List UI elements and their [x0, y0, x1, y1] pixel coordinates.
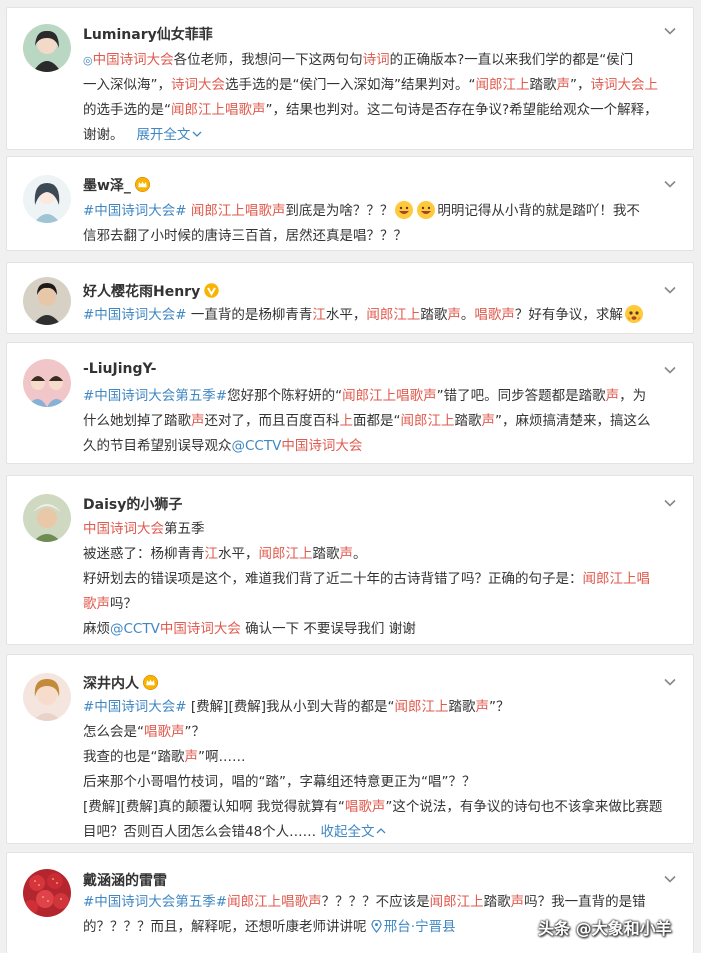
post-text: ◎中国诗词大会各位老师，我想问一下这两句句诗词的正确版本?一直以来我们学的都是“…: [83, 52, 658, 143]
post-card: Luminary仙女菲菲 ◎中国诗词大会各位老师，我想问一下这两句句诗词的正确版…: [6, 7, 694, 150]
chevron-down-icon[interactable]: [663, 872, 677, 886]
topic-link[interactable]: 诗词大会: [171, 77, 225, 93]
chevron-up-icon: [376, 826, 386, 836]
username[interactable]: 墨w泽_: [83, 178, 131, 194]
crown-badge-icon: [134, 177, 150, 192]
username[interactable]: 好人樱花雨Henry: [83, 284, 200, 300]
mention-link[interactable]: @CCTV: [110, 621, 160, 637]
topic-link[interactable]: 中国诗词大会: [281, 438, 362, 454]
hashtag-link[interactable]: #中国诗词大会#: [83, 699, 187, 715]
watermark: 头条 @大象和小羊: [538, 919, 672, 938]
topic-link[interactable]: 中国诗词大会: [93, 52, 174, 68]
username[interactable]: 深井内人: [83, 676, 139, 692]
topic-icon: ◎: [83, 54, 93, 67]
grin-emoji-icon: [394, 200, 414, 220]
topic-link[interactable]: 中国诗词大会: [83, 521, 164, 537]
post-card: 好人樱花雨Henry #中国诗词大会# 一直背的是杨柳青青江水平，闻郎江上踏歌声…: [6, 262, 694, 334]
grin-emoji-icon: [416, 200, 436, 220]
crown-badge-icon: [143, 675, 158, 690]
chevron-down-icon[interactable]: [663, 363, 677, 377]
avatar[interactable]: [23, 359, 71, 407]
location-pin-icon: [371, 920, 382, 933]
username[interactable]: -LiuJingY-: [83, 361, 156, 377]
collapse-full-text-link[interactable]: 收起全文: [320, 824, 374, 840]
post-text: #中国诗词大会第五季#您好那个陈籽妍的“闻郎江上唱歌声”错了吧。同步答题都是踏歌…: [83, 388, 651, 454]
avatar[interactable]: [23, 673, 71, 721]
username[interactable]: Luminary仙女菲菲: [83, 24, 213, 44]
verified-v-icon: [204, 283, 220, 298]
location-link[interactable]: 邢台·宁晋县: [371, 919, 456, 935]
post-text: #中国诗词大会# 闻郎江上唱歌声到底是为啥？？？ 明明记得从小背的就是踏吖！我不 …: [83, 199, 677, 249]
chevron-down-icon[interactable]: [663, 177, 677, 191]
hashtag-link[interactable]: #中国诗词大会#: [83, 203, 187, 219]
avatar[interactable]: [23, 24, 71, 72]
post-text: 中国诗词大会第五季 被迷惑了：杨柳青青江水平，闻郎江上踏歌声。 籽妍划去的错误项…: [83, 521, 650, 637]
avatar[interactable]: [23, 494, 71, 542]
chevron-down-icon[interactable]: [663, 24, 677, 38]
post-card: 深井内人 #中国诗词大会# [费解][费解]我从小到大背的都是“闻郎江上踏歌声”…: [6, 654, 694, 844]
post-card: -LiuJingY- #中国诗词大会第五季#您好那个陈籽妍的“闻郎江上唱歌声”错…: [6, 342, 694, 464]
avatar[interactable]: [23, 175, 71, 223]
mention-link[interactable]: @CCTV: [232, 438, 282, 454]
worried-emoji-icon: [624, 304, 644, 324]
avatar[interactable]: [23, 277, 71, 325]
hashtag-link[interactable]: #中国诗词大会第五季#: [83, 388, 227, 404]
expand-full-text-link[interactable]: 展开全文: [136, 127, 190, 143]
username[interactable]: 戴涵涵的雷雷: [83, 870, 167, 890]
hashtag-link[interactable]: #中国诗词大会第五季#: [83, 894, 227, 910]
hashtag-link[interactable]: #中国诗词大会#: [83, 307, 187, 323]
chevron-down-icon[interactable]: [663, 283, 677, 297]
avatar[interactable]: [23, 869, 71, 917]
post-card: 墨w泽_ #中国诗词大会# 闻郎江上唱歌声到底是为啥？？？ 明明记得从小背的就是踏…: [6, 156, 694, 251]
chevron-down-icon[interactable]: [663, 675, 677, 689]
post-text: #中国诗词大会# [费解][费解]我从小到大背的都是“闻郎江上踏歌声”？ 怎么会…: [83, 699, 663, 840]
post-card: Daisy的小狮子 中国诗词大会第五季 被迷惑了：杨柳青青江水平，闻郎江上踏歌声…: [6, 475, 694, 645]
post-text: #中国诗词大会# 一直背的是杨柳青青江水平，闻郎江上踏歌声。唱歌声？好有争议，求…: [83, 303, 677, 328]
username[interactable]: Daisy的小狮子: [83, 494, 182, 514]
topic-link[interactable]: 中国诗词大会: [160, 621, 241, 637]
chevron-down-icon: [192, 129, 202, 139]
chevron-down-icon[interactable]: [663, 496, 677, 510]
